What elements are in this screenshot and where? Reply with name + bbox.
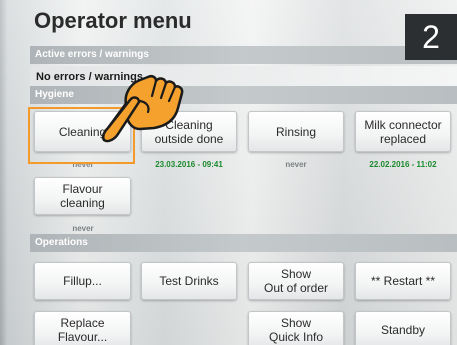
section-header-operations: Operations	[30, 234, 457, 252]
show-quick-info-button[interactable]: Show Quick Info	[248, 311, 344, 345]
flavour-cleaning-button[interactable]: Flavour cleaning	[34, 177, 131, 215]
cleaning-button[interactable]: Cleaning	[34, 111, 131, 152]
show-out-of-order-button[interactable]: Show Out of order	[248, 262, 344, 300]
replace-flavour-button[interactable]: Replace Flavour...	[34, 311, 131, 345]
page-title: Operator menu	[34, 8, 192, 33]
test-drinks-button[interactable]: Test Drinks	[141, 262, 237, 300]
milk-connector-status: 22.02.2016 - 11:02	[369, 160, 437, 169]
section-header-errors: Active errors / warnings	[30, 46, 457, 64]
frame-edge	[0, 0, 8, 345]
cleaning-outside-done-button[interactable]: Cleaning outside done	[141, 111, 237, 152]
rinsing-button[interactable]: Rinsing	[248, 111, 344, 152]
flavour-cleaning-status: never	[72, 224, 94, 233]
operator-menu-screen: Operator menu 2 Active errors / warnings…	[0, 0, 457, 345]
standby-button[interactable]: Standby	[355, 311, 451, 345]
restart-button[interactable]: ** Restart **	[355, 262, 451, 300]
rinsing-status: never	[285, 160, 307, 169]
cleaning-status: never	[72, 160, 94, 169]
fillup-button[interactable]: Fillup...	[34, 262, 131, 300]
cleaning-outside-status: 23.03.2016 - 09:41	[155, 160, 223, 169]
errors-status-text: No errors / warnings	[30, 66, 457, 88]
step-badge: 2	[405, 14, 457, 60]
section-header-hygiene: Hygiene	[30, 86, 457, 104]
milk-connector-replaced-button[interactable]: Milk connector replaced	[355, 111, 451, 152]
